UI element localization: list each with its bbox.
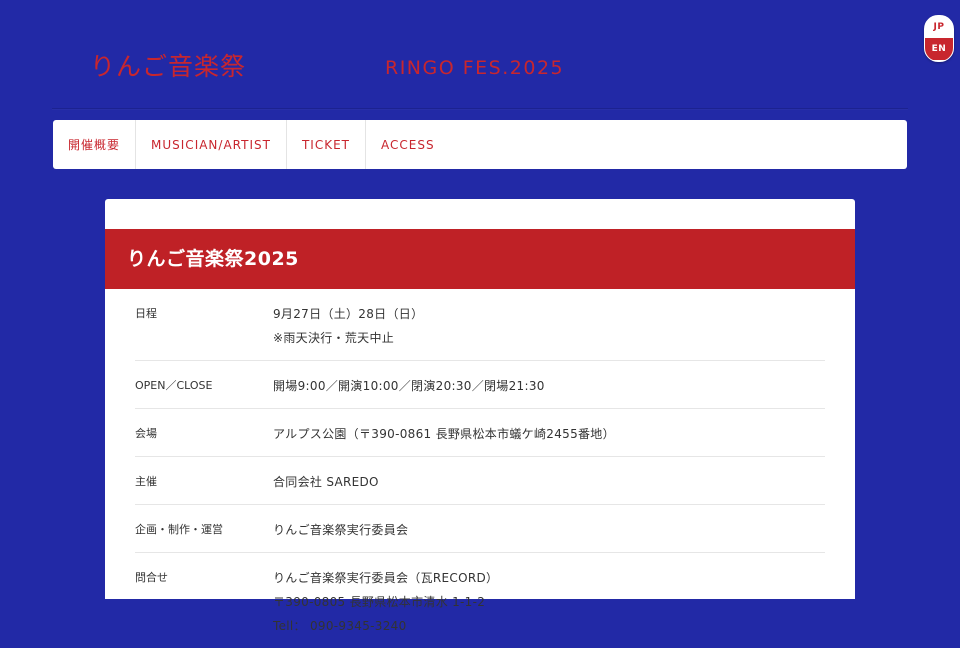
- value-line: Tell： 090-9345-3240: [273, 619, 407, 633]
- card-title: りんご音楽祭2025: [105, 229, 855, 289]
- value-line: 9月27日（土）28日（日）: [273, 307, 424, 321]
- info-row-organizer: 主催 合同会社 SAREDO: [135, 457, 825, 505]
- value-line: ※雨天決行・荒天中止: [273, 331, 395, 345]
- value-line: 合同会社 SAREDO: [273, 475, 379, 489]
- info-row-schedule: 日程 9月27日（土）28日（日） ※雨天決行・荒天中止: [135, 289, 825, 361]
- row-value: りんご音楽祭実行委員会（瓦RECORD） 〒390-0805 長野県松本市清水 …: [273, 566, 825, 638]
- row-label: 会場: [135, 427, 157, 440]
- value-line: アルプス公園（〒390-0861 長野県松本市蟻ケ崎2455番地）: [273, 427, 615, 441]
- site-logo[interactable]: りんご音楽祭: [90, 50, 246, 84]
- row-label: 主催: [135, 475, 157, 488]
- row-value: りんご音楽祭実行委員会: [273, 518, 825, 542]
- nav-item-access[interactable]: ACCESS: [366, 120, 450, 169]
- value-line: 開場9:00／開演10:00／閉演20:30／閉場21:30: [273, 379, 545, 393]
- nav-item-musician-artist[interactable]: MUSICIAN/ARTIST: [136, 120, 287, 169]
- header-title: RINGO FES.2025: [385, 57, 565, 79]
- value-line: 〒390-0805 長野県松本市清水 1-1-2: [273, 595, 486, 609]
- row-value: 合同会社 SAREDO: [273, 470, 825, 494]
- nav-item-ticket[interactable]: TICKET: [287, 120, 366, 169]
- info-row-contact: 問合せ りんご音楽祭実行委員会（瓦RECORD） 〒390-0805 長野県松本…: [135, 553, 825, 648]
- lang-en-button[interactable]: EN: [925, 38, 953, 60]
- row-value: アルプス公園（〒390-0861 長野県松本市蟻ケ崎2455番地）: [273, 422, 825, 446]
- lang-jp-button[interactable]: JP: [925, 16, 953, 38]
- row-label: 企画・制作・運営: [135, 523, 223, 536]
- info-table: 日程 9月27日（土）28日（日） ※雨天決行・荒天中止 OPEN／CLOSE …: [135, 289, 825, 648]
- event-info-card: りんご音楽祭2025 日程 9月27日（土）28日（日） ※雨天決行・荒天中止 …: [105, 199, 855, 633]
- row-label: 問合せ: [135, 571, 168, 584]
- row-value: 9月27日（土）28日（日） ※雨天決行・荒天中止: [273, 302, 825, 350]
- row-label: 日程: [135, 307, 157, 320]
- row-value: 開場9:00／開演10:00／閉演20:30／閉場21:30: [273, 374, 825, 398]
- main-nav: 開催概要 MUSICIAN/ARTIST TICKET ACCESS: [53, 120, 907, 169]
- language-switch: JP EN: [924, 15, 954, 62]
- info-row-open-close: OPEN／CLOSE 開場9:00／開演10:00／閉演20:30／閉場21:3…: [135, 361, 825, 409]
- nav-item-overview[interactable]: 開催概要: [53, 120, 137, 169]
- value-line: りんご音楽祭実行委員会（瓦RECORD）: [273, 571, 499, 585]
- info-row-venue: 会場 アルプス公園（〒390-0861 長野県松本市蟻ケ崎2455番地）: [135, 409, 825, 457]
- info-row-planning: 企画・制作・運営 りんご音楽祭実行委員会: [135, 505, 825, 553]
- row-label: OPEN／CLOSE: [135, 379, 213, 392]
- value-line: りんご音楽祭実行委員会: [273, 523, 409, 537]
